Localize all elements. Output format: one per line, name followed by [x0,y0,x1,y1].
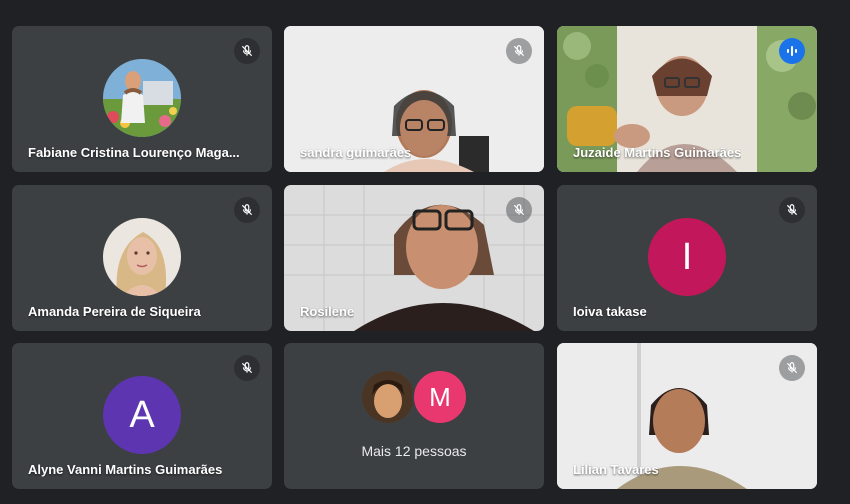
avatar [103,59,181,137]
participant-name: Ioiva takase [573,304,647,319]
participant-tile-juzaide[interactable]: Juzaide Martins Guimarães [557,26,817,172]
more-participants-label: Mais 12 pessoas [361,443,467,459]
mic-off-icon [779,197,805,223]
mic-off-icon [234,197,260,223]
avatar [103,218,181,296]
participant-tile-lilian[interactable]: Lilian Tavares [557,343,817,489]
participant-name: Alyne Vanni Martins Guimarães [28,462,223,477]
avatar-initial: I [681,235,693,278]
participant-tile-sandra[interactable]: sandra guimarães [284,26,544,172]
participant-name: Rosilene [300,304,355,319]
participant-name: Amanda Pereira de Siqueira [28,304,201,319]
participant-name: sandra guimarães [300,145,412,160]
participant-name: Fabiane Cristina Lourenço Maga... [28,145,240,160]
mic-off-icon [506,197,532,223]
participant-tile-rosilene[interactable]: Rosilene [284,185,544,331]
mic-off-icon [234,38,260,64]
participant-tile-amanda[interactable]: Amanda Pereira de Siqueira [12,185,272,331]
mic-off-icon [234,355,260,381]
mic-off-icon [506,38,532,64]
participant-tile-ioiva[interactable]: I Ioiva takase [557,185,817,331]
more-participants-tile[interactable]: M Mais 12 pessoas [284,343,544,489]
avatar-initial: M [429,381,451,412]
participant-name: Juzaide Martins Guimarães [573,145,742,160]
avatar: M [412,369,468,425]
participant-tile-alyne[interactable]: A Alyne Vanni Martins Guimarães [12,343,272,489]
participant-tile-fabiane[interactable]: Fabiane Cristina Lourenço Maga... [12,26,272,172]
participant-name: Lilian Tavares [573,462,659,477]
audio-level-icon [779,38,805,64]
avatar [360,369,416,425]
avatar: I [648,218,726,296]
avatar-initial: A [129,393,155,436]
avatar: A [103,376,181,454]
mic-off-icon [779,355,805,381]
